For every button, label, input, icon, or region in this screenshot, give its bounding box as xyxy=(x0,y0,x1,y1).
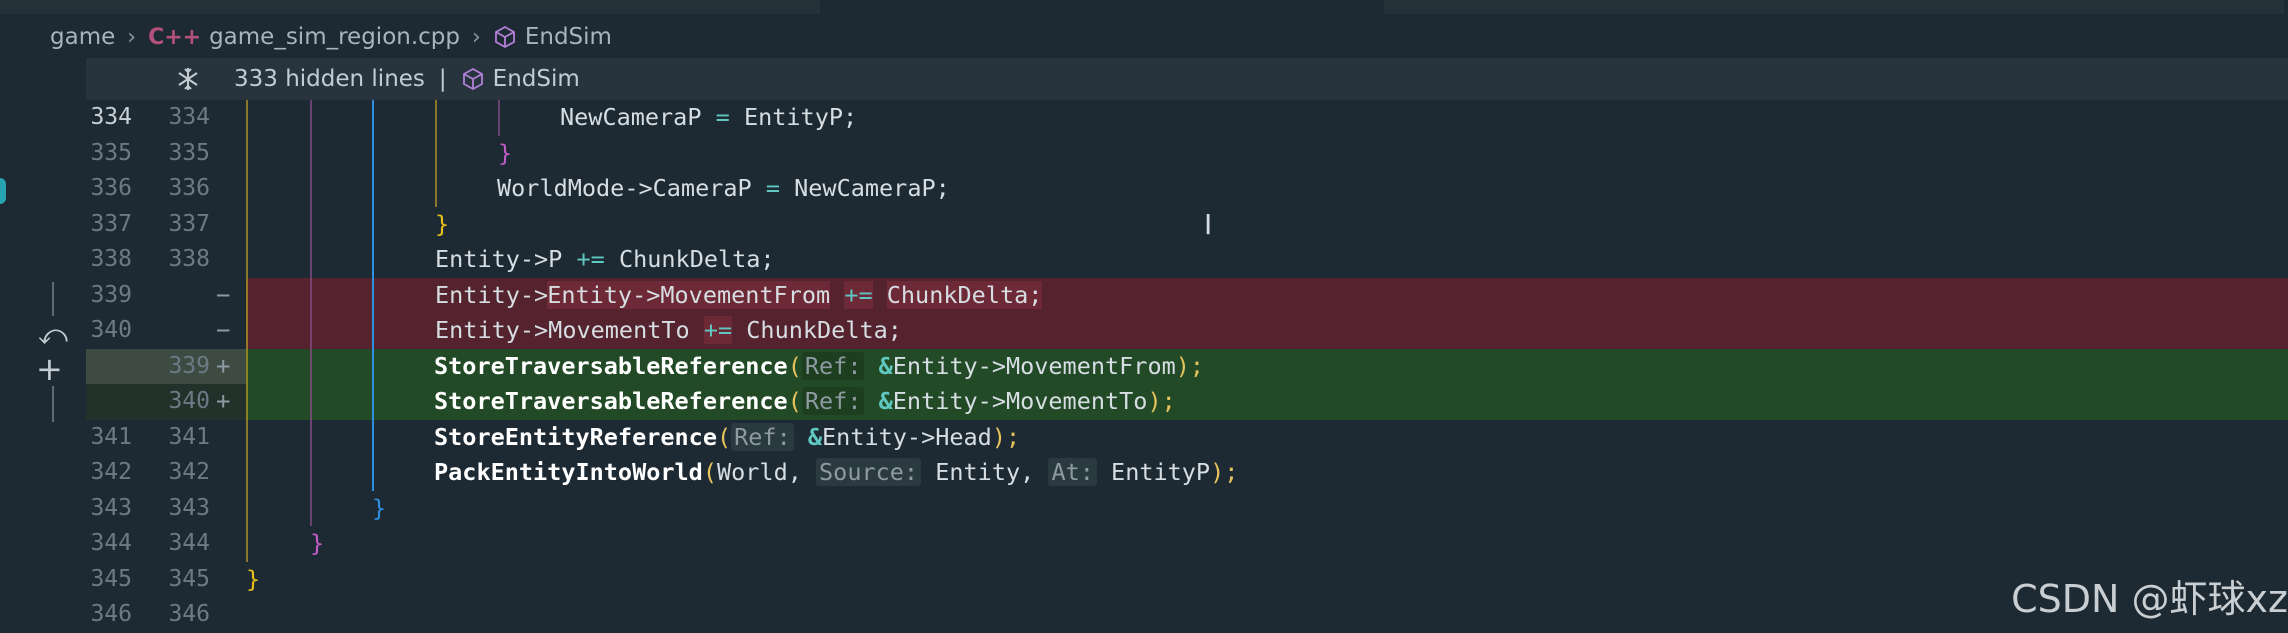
inlay-hint: Ref: xyxy=(731,422,794,451)
code-line[interactable]: 336 336 WorldMode->CameraP = NewCameraP; xyxy=(0,171,2288,207)
code-text: Entity->MovementTo += ChunkDelta; xyxy=(435,316,902,344)
indent-guide xyxy=(435,100,437,207)
old-line-number: 335 xyxy=(90,139,132,166)
removed-marker: − xyxy=(216,280,231,309)
old-line-number: 346 xyxy=(90,601,132,627)
code-text: } xyxy=(372,493,387,522)
inlay-hint: At: xyxy=(1048,458,1097,486)
code-line[interactable]: 342 342 PackEntityIntoWorld(World, Sourc… xyxy=(0,455,2288,491)
code-line[interactable]: 337 337 } xyxy=(0,207,2288,243)
indent-guide xyxy=(310,100,312,526)
old-line-number: 340 xyxy=(90,317,132,343)
code-text: NewCameraP = EntityP; xyxy=(560,103,858,131)
chevron-right-icon: › xyxy=(127,24,137,50)
code-text: Entity->P += ChunkDelta; xyxy=(435,245,775,273)
diff-editor[interactable]: 334 334 NewCameraP = EntityP; 335 335 } … xyxy=(0,100,2288,629)
breadcrumb-folder[interactable]: game xyxy=(50,24,115,50)
sticky-scroll-header[interactable]: 333 hidden lines | EndSim xyxy=(86,58,2288,100)
old-line-number: 345 xyxy=(90,565,132,592)
code-line[interactable]: 346 346 xyxy=(0,597,2288,633)
old-line-number: 342 xyxy=(90,459,132,485)
old-line-number: 338 xyxy=(90,246,132,272)
code-text: } xyxy=(310,529,325,557)
breadcrumb: game › C++ game_sim_region.cpp › EndSim xyxy=(0,16,2288,58)
text-cursor-icon: I xyxy=(1204,208,1213,241)
unfold-icon[interactable] xyxy=(170,61,206,97)
method-cube-icon xyxy=(493,25,517,49)
new-line-number: 343 xyxy=(168,494,210,521)
removed-line[interactable]: 340 − Entity->MovementTo += ChunkDelta; xyxy=(0,313,2288,349)
breadcrumb-symbol[interactable]: EndSim xyxy=(525,24,612,50)
method-cube-icon xyxy=(461,67,485,91)
removed-marker: − xyxy=(216,316,231,344)
code-line[interactable]: 344 344 } xyxy=(0,526,2288,562)
sticky-separator: | xyxy=(438,66,447,92)
new-line-number: 340 xyxy=(168,388,210,414)
new-line-number: 339 xyxy=(168,352,210,379)
inlay-hint: Ref: xyxy=(801,351,865,380)
new-line-number: 342 xyxy=(168,459,210,485)
code-text: PackEntityIntoWorld(World, Source: Entit… xyxy=(434,458,1239,486)
inlay-hint: Source: xyxy=(816,458,922,486)
new-line-number: 341 xyxy=(168,423,210,450)
editor-tab-strip xyxy=(0,0,2288,16)
removed-line[interactable]: 339 − Entity->Entity->MovementFrom += Ch… xyxy=(0,277,2288,313)
tab-strip-segment xyxy=(0,0,820,14)
code-text: Entity->Entity->MovementFrom += ChunkDel… xyxy=(435,280,1043,309)
new-line-number: 346 xyxy=(168,601,210,627)
new-line-number: 336 xyxy=(168,175,210,201)
tab-strip-segment xyxy=(1384,0,2284,14)
code-text: } xyxy=(435,209,450,238)
added-marker: + xyxy=(216,387,231,415)
code-line[interactable]: 338 338 Entity->P += ChunkDelta; xyxy=(0,242,2288,278)
old-line-number: 336 xyxy=(90,175,132,201)
new-line-number: 335 xyxy=(168,139,210,166)
watermark: CSDN @虾球xz xyxy=(2011,577,2288,621)
code-text: StoreTraversableReference(Ref: &Entity->… xyxy=(434,387,1176,415)
new-line-number: 337 xyxy=(168,210,210,237)
code-line[interactable]: 341 341 StoreEntityReference(Ref: &Entit… xyxy=(0,420,2288,456)
old-line-number: 341 xyxy=(90,423,132,450)
new-line-number: 345 xyxy=(168,565,210,592)
added-line[interactable]: 339 + StoreTraversableReference(Ref: &En… xyxy=(0,348,2288,384)
code-line[interactable]: 334 334 NewCameraP = EntityP; xyxy=(0,100,2288,136)
code-text: WorldMode->CameraP = NewCameraP; xyxy=(497,174,950,202)
old-line-number: 337 xyxy=(90,210,132,237)
indent-guide xyxy=(246,100,248,562)
old-line-number: 344 xyxy=(90,530,132,556)
code-text: StoreTraversableReference(Ref: &Entity->… xyxy=(434,351,1205,380)
new-line-number: 344 xyxy=(168,530,210,556)
new-line-number: 334 xyxy=(168,104,210,130)
old-line-number: 343 xyxy=(90,494,132,521)
added-line[interactable]: 340 + StoreTraversableReference(Ref: &En… xyxy=(0,384,2288,420)
code-line[interactable]: 343 343 } xyxy=(0,491,2288,527)
indent-guide xyxy=(372,100,374,491)
hidden-lines-label[interactable]: 333 hidden lines xyxy=(234,66,425,92)
cpp-file-icon: C++ xyxy=(148,24,202,50)
breadcrumb-file[interactable]: game_sim_region.cpp xyxy=(209,24,460,50)
code-text: } xyxy=(498,138,513,167)
old-line-number: 339 xyxy=(90,281,132,308)
new-line-number: 338 xyxy=(168,246,210,272)
sticky-symbol[interactable]: EndSim xyxy=(493,66,580,92)
inlay-hint: Ref: xyxy=(801,387,865,415)
old-line-number: 334 xyxy=(90,104,132,130)
added-marker: + xyxy=(216,351,231,380)
code-line[interactable]: 345 345 } xyxy=(0,562,2288,598)
chevron-right-icon: › xyxy=(472,24,481,50)
code-text: StoreEntityReference(Ref: &Entity->Head)… xyxy=(434,422,1021,451)
indent-guide xyxy=(498,100,500,136)
code-line[interactable]: 335 335 } xyxy=(0,136,2288,172)
code-text: } xyxy=(246,564,261,593)
